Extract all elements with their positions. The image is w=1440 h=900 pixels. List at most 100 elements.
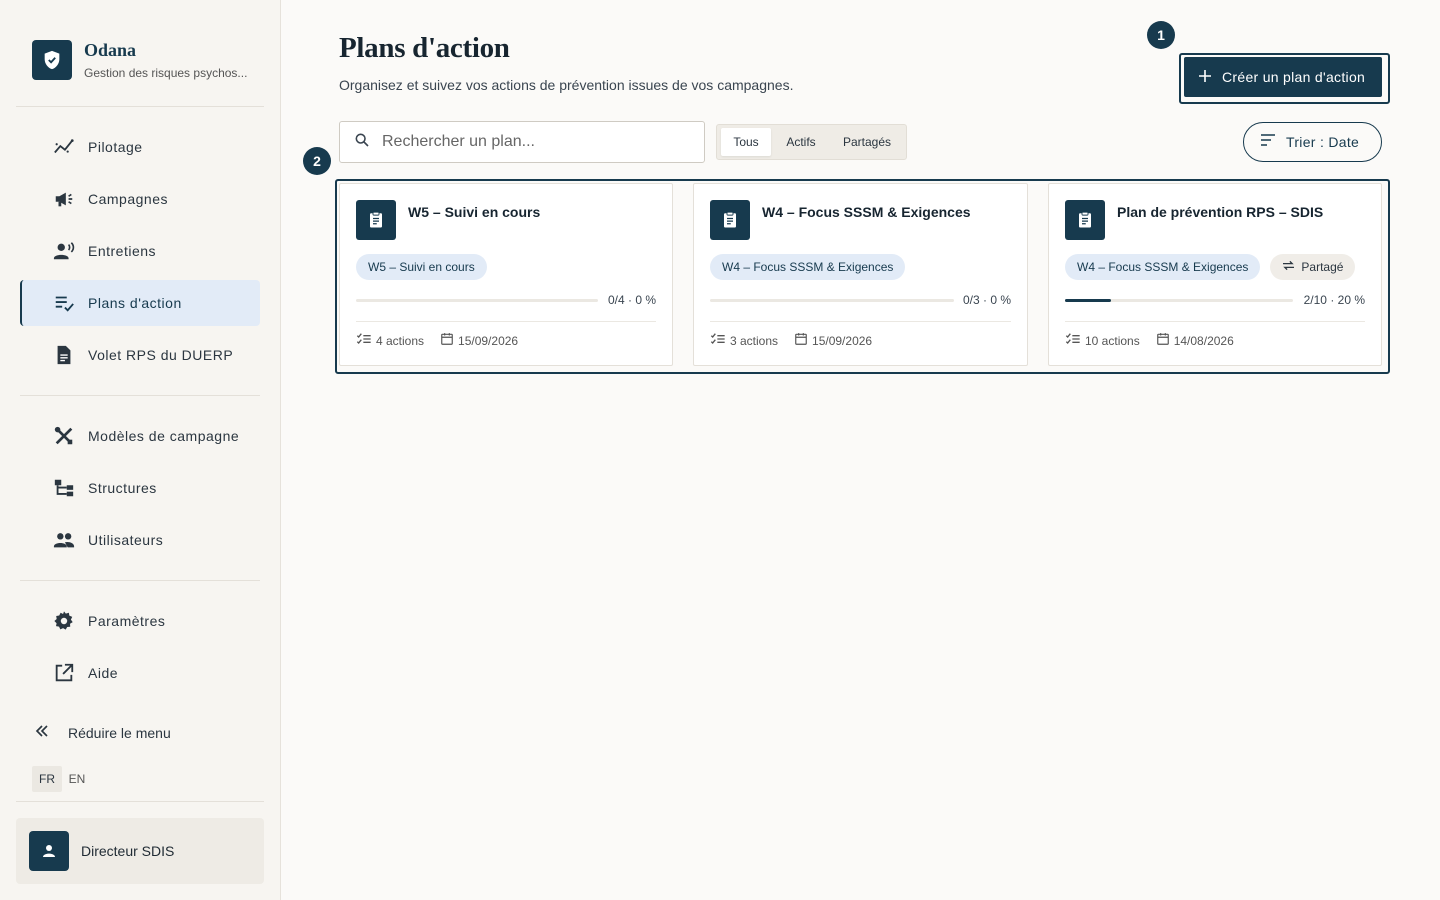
brand[interactable]: Odana Gestion des risques psychos... [32, 40, 247, 80]
progress-text: 0/4 · 0 % [607, 293, 656, 307]
sidebar-item-modeles[interactable]: Modèles de campagne [20, 413, 260, 459]
annotation-badge-1: 1 [1147, 21, 1175, 49]
sidebar-item-pilotage[interactable]: Pilotage [20, 124, 260, 170]
sidebar-item-label: Structures [88, 480, 157, 496]
divider [710, 321, 1011, 322]
user-name: Directeur SDIS [81, 843, 175, 859]
calendar-icon [440, 332, 454, 349]
card-title: Plan de prévention RPS – SDIS [1117, 204, 1324, 220]
clipboard-icon [356, 200, 396, 240]
filter-tab-tous[interactable]: Tous [721, 128, 771, 156]
sidebar-item-label: Paramètres [88, 613, 166, 629]
divider [16, 801, 264, 802]
calendar-icon [794, 332, 808, 349]
brand-subtitle: Gestion des risques psychos... [84, 66, 248, 80]
divider [1065, 321, 1365, 322]
sidebar-item-label: Campagnes [88, 191, 168, 207]
checklist-icon [356, 332, 372, 349]
shared-label: Partagé [1301, 260, 1344, 274]
campaign-chip: W4 – Focus SSSM & Exigences [710, 254, 906, 280]
language-fr[interactable]: FR [32, 766, 62, 792]
collapse-menu-button[interactable]: Réduire le menu [32, 720, 171, 746]
sidebar-item-utilisateurs[interactable]: Utilisateurs [20, 517, 260, 563]
sidebar-item-parametres[interactable]: Paramètres [20, 598, 260, 644]
divider [20, 395, 260, 396]
due-date: 15/09/2026 [812, 333, 873, 348]
progress-bar [356, 299, 598, 302]
sidebar-item-volet-rps[interactable]: Volet RPS du DUERP [20, 332, 260, 378]
shield-check-icon [32, 40, 72, 80]
due-date: 15/09/2026 [458, 333, 519, 348]
users-icon [52, 528, 76, 552]
create-plan-button[interactable]: Créer un plan d'action [1184, 57, 1382, 97]
brand-name: Odana [84, 40, 137, 60]
external-link-icon [52, 661, 76, 685]
gear-icon [52, 609, 76, 633]
sidebar-item-entretiens[interactable]: Entretiens [20, 228, 260, 274]
collapse-menu-label: Réduire le menu [68, 725, 171, 741]
card-title: W5 – Suivi en cours [408, 204, 541, 220]
divider [16, 106, 264, 107]
sidebar-item-label: Aide [88, 665, 119, 681]
checklist-icon [52, 291, 76, 315]
card-title: W4 – Focus SSSM & Exigences [762, 204, 971, 220]
sidebar-item-label: Plans d'action [88, 295, 182, 311]
sidebar-item-label: Utilisateurs [88, 532, 164, 548]
shared-chip: Partagé [1270, 254, 1356, 280]
search-box [339, 121, 705, 163]
sidebar-item-plans-daction[interactable]: Plans d'action [20, 280, 260, 326]
sort-lines-icon [1260, 133, 1276, 151]
user-menu[interactable]: Directeur SDIS [16, 818, 264, 884]
sort-button[interactable]: Trier : Date [1243, 122, 1382, 162]
person-icon [29, 831, 69, 871]
language-switcher: FR EN [32, 766, 92, 792]
page-subtitle: Organisez et suivez vos actions de préve… [339, 77, 794, 93]
checklist-icon [710, 332, 726, 349]
annotation-badge-2: 2 [303, 147, 331, 175]
action-count: 4 actions [376, 333, 425, 348]
search-icon [354, 132, 370, 153]
hierarchy-icon [52, 476, 76, 500]
action-count: 10 actions [1085, 333, 1140, 348]
person-voice-icon [52, 239, 76, 263]
language-en[interactable]: EN [62, 766, 92, 792]
campaign-chip: W4 – Focus SSSM & Exigences [1065, 254, 1261, 280]
sidebar-item-label: Volet RPS du DUERP [88, 347, 234, 363]
create-plan-label: Créer un plan d'action [1222, 69, 1366, 85]
sidebar-item-label: Modèles de campagne [88, 428, 240, 444]
sidebar-item-campagnes[interactable]: Campagnes [20, 176, 260, 222]
search-input[interactable] [382, 133, 682, 151]
sidebar-item-aide[interactable]: Aide [20, 650, 260, 696]
sidebar-item-label: Pilotage [88, 139, 143, 155]
plus-icon [1198, 69, 1212, 86]
sidebar-item-label: Entretiens [88, 243, 157, 259]
filter-tab-partages[interactable]: Partagés [831, 128, 903, 156]
progress-bar [710, 299, 954, 302]
checklist-icon [1065, 332, 1081, 349]
chart-line-icon [52, 135, 76, 159]
progress-fill [1065, 299, 1111, 302]
clipboard-icon [710, 200, 750, 240]
calendar-icon [1156, 332, 1170, 349]
plan-card[interactable]: Plan de prévention RPS – SDIS W4 – Focus… [1048, 183, 1382, 366]
due-date: 14/08/2026 [1173, 333, 1234, 348]
progress-bar [1065, 299, 1293, 302]
page-title: Plans d'action [339, 32, 510, 64]
clipboard-icon [1065, 200, 1105, 240]
swap-arrows-icon [1282, 260, 1295, 274]
action-count: 3 actions [730, 333, 779, 348]
filter-tabs: Tous Actifs Partagés [716, 124, 907, 160]
plan-card[interactable]: W4 – Focus SSSM & Exigences W4 – Focus S… [693, 183, 1028, 366]
document-icon [52, 343, 76, 367]
progress-text: 0/3 · 0 % [962, 293, 1011, 307]
sidebar-item-structures[interactable]: Structures [20, 465, 260, 511]
filter-tab-actifs[interactable]: Actifs [771, 128, 831, 156]
sidebar: Odana Gestion des risques psychos... Pil… [0, 0, 281, 900]
megaphone-icon [52, 187, 76, 211]
progress-text: 2/10 · 20 % [1303, 293, 1365, 307]
tools-icon [52, 424, 76, 448]
campaign-chip: W5 – Suivi en cours [356, 254, 487, 280]
sort-label: Trier : Date [1286, 134, 1360, 150]
divider [20, 580, 260, 581]
plan-card[interactable]: W5 – Suivi en cours W5 – Suivi en cours … [339, 183, 673, 366]
